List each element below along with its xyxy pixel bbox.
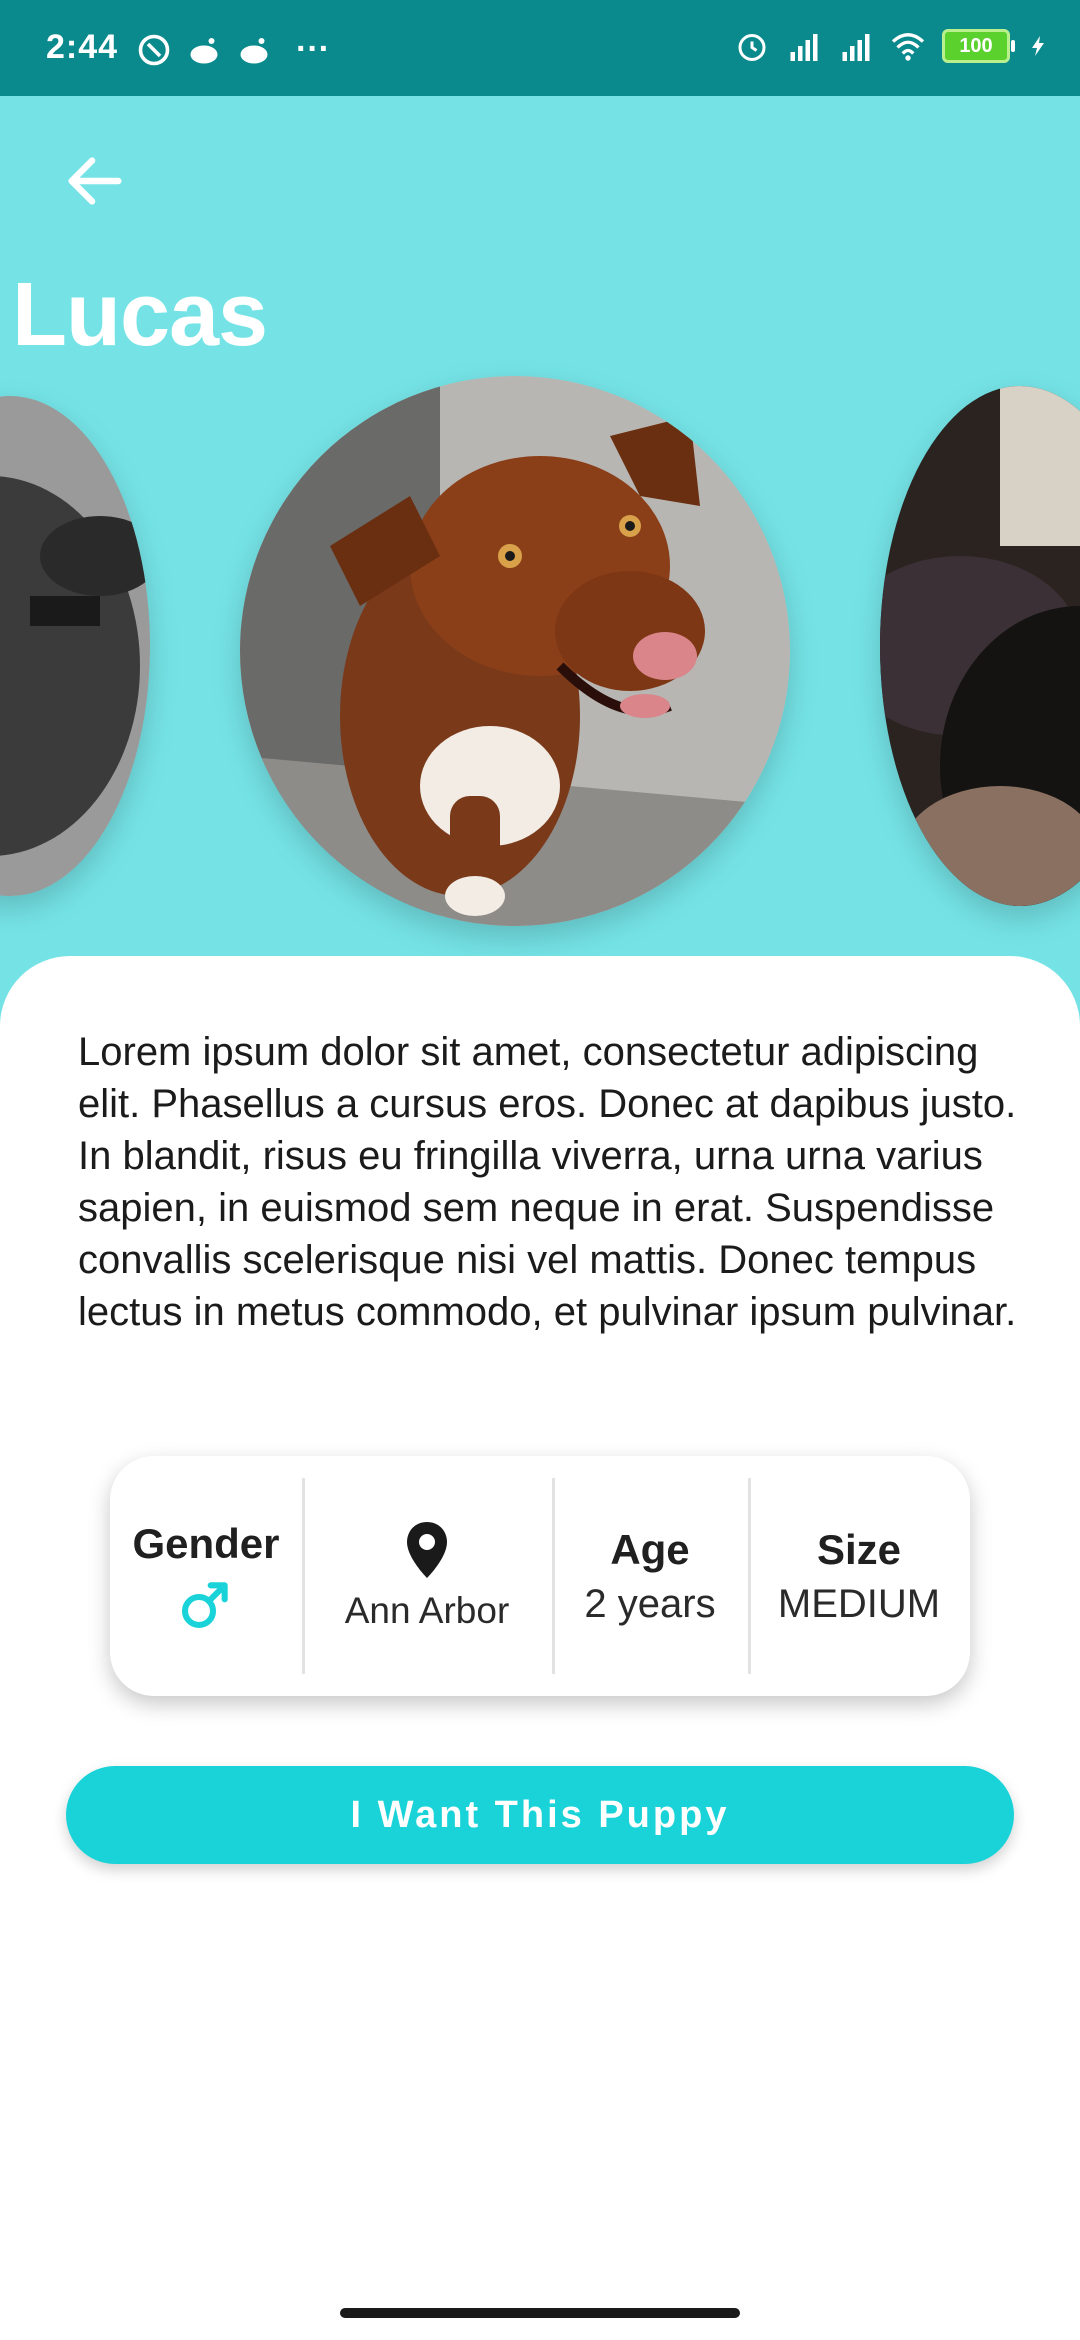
age-label: Age: [610, 1525, 690, 1573]
signal-roaming-icon: [790, 34, 818, 61]
reddit-icon-2: [240, 37, 268, 63]
location-pin-icon: [407, 1522, 447, 1578]
status-bar: 2:44 ··· 100: [0, 0, 1080, 96]
details-sheet: Lorem ipsum dolor sit amet, consectetur …: [0, 956, 1080, 2340]
size-cell: Size MEDIUM: [748, 1456, 970, 1696]
gender-cell: Gender: [110, 1456, 302, 1696]
age-cell: Age 2 years: [552, 1456, 748, 1696]
pet-info-card: Gender Ann Arbor Age 2 years Size MEDIUM: [110, 1456, 970, 1696]
carousel-photo-current[interactable]: [240, 376, 790, 926]
status-time: 2:44: [46, 28, 119, 66]
pet-description: Lorem ipsum dolor sit amet, consectetur …: [78, 1030, 1017, 1334]
pet-name: Lucas: [12, 265, 268, 365]
system-icons: 100: [734, 28, 1050, 64]
charging-icon: [1032, 36, 1044, 56]
sync-icon: [138, 34, 170, 65]
gender-label: Gender: [132, 1520, 280, 1567]
adopt-button[interactable]: I Want This Puppy: [66, 1766, 1014, 1864]
notification-icons: ···: [136, 30, 330, 69]
age-value: 2 years: [584, 1581, 716, 1626]
home-indicator[interactable]: [340, 2308, 740, 2318]
alarm-icon: [738, 34, 766, 61]
size-value: MEDIUM: [777, 1581, 941, 1626]
location-value: Ann Arbor: [344, 1590, 510, 1631]
signal-icon: [842, 34, 870, 61]
header: Lucas: [0, 96, 1080, 1036]
back-arrow-icon[interactable]: [60, 146, 130, 216]
battery-icon: 100: [942, 29, 1015, 63]
carousel-photo-next[interactable]: [880, 386, 1080, 906]
pet-detail-screen: 2:44 ··· 100 Lucas Lorem ipsum dolor sit…: [0, 0, 1080, 2340]
wifi-icon: [891, 33, 925, 61]
reddit-icon: [190, 37, 218, 63]
carousel-photo-previous[interactable]: [0, 396, 150, 896]
location-cell: Ann Arbor: [302, 1456, 552, 1696]
more-notifications-icon: ···: [296, 30, 330, 68]
male-icon: [181, 1582, 228, 1629]
size-label: Size: [816, 1525, 902, 1573]
